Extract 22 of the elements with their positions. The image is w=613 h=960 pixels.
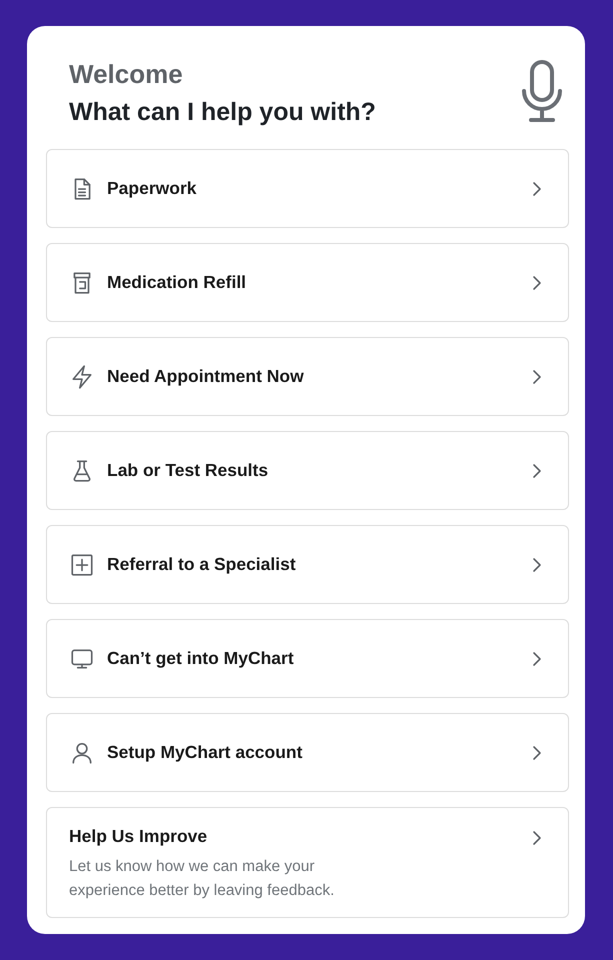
chevron-right-icon [532, 368, 542, 384]
chevron-right-icon [532, 556, 542, 572]
menu-option[interactable]: Lab or Test Results [46, 431, 569, 510]
welcome-text: Welcome [69, 58, 184, 90]
microphone-icon[interactable] [521, 58, 563, 122]
menu-option[interactable]: Paperwork [46, 149, 569, 228]
chevron-right-icon [532, 462, 542, 478]
chevron-right-icon [532, 274, 542, 290]
chevron-right-icon [532, 830, 542, 846]
feedback-card[interactable]: Help Us Improve Let us know how we can make your experience better by leaving feedback. [46, 807, 569, 918]
chevron-right-icon [532, 744, 542, 760]
page-title: What can I help you with? [69, 98, 376, 126]
menu-option[interactable]: Need Appointment Now [46, 337, 569, 416]
menu-option[interactable]: Setup MyChart account [46, 713, 569, 792]
menu-option[interactable]: Referral to a Specialist [46, 525, 569, 604]
chevron-right-icon [532, 650, 542, 666]
feedback-title: Help Us Improve [69, 826, 208, 847]
menu-option[interactable]: Can’t get into MyChart [46, 619, 569, 698]
chevron-right-icon [532, 180, 542, 196]
feedback-description: Let us know how we can make your experience better by leaving feedback. [69, 857, 336, 901]
menu-option[interactable]: Medication Refill [46, 243, 569, 322]
plus-square-icon [69, 552, 95, 578]
